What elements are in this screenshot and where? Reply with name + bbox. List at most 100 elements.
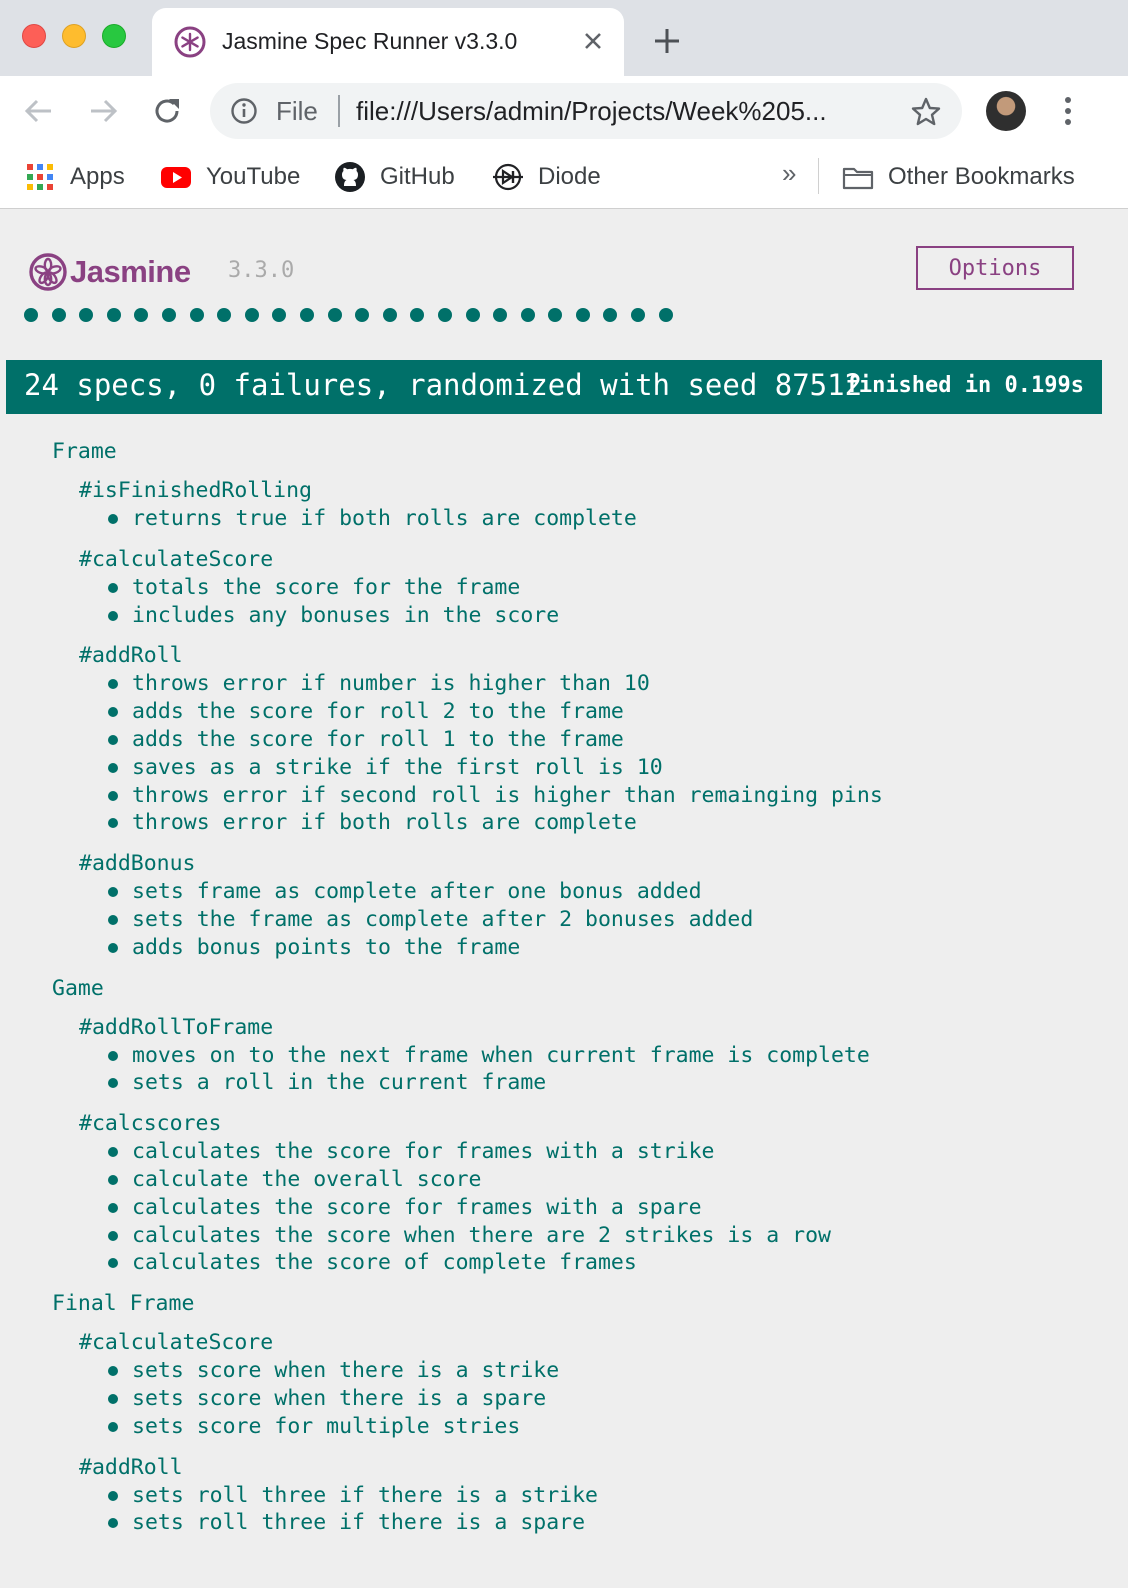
describe-name[interactable]: #addRoll (79, 642, 1092, 670)
vertical-dots-icon[interactable] (1056, 94, 1080, 128)
spec-pass-dot[interactable] (51, 308, 66, 322)
spec-pass-dot[interactable] (217, 308, 232, 322)
spec-link[interactable]: throws error if both rolls are complete (132, 810, 637, 835)
suite-name[interactable]: Frame (52, 438, 1092, 466)
spec-pass-dot[interactable] (520, 308, 535, 322)
describe-group: #calcscores calculates the score for fram… (79, 1110, 1092, 1277)
spec-link[interactable]: moves on to the next frame when current … (132, 1043, 870, 1068)
spec-link[interactable]: sets score for multiple stries (132, 1414, 520, 1439)
spec-pass-dot[interactable] (327, 308, 342, 322)
bookmarks-overflow-button[interactable]: » (782, 158, 796, 189)
bookmark-github[interactable]: GitHub (334, 160, 455, 194)
apps-grid-icon (27, 164, 53, 190)
describe-name[interactable]: #addBonus (79, 850, 1092, 878)
spec-link[interactable]: throws error if number is higher than 10 (132, 671, 650, 696)
spec-link[interactable]: sets frame as complete after one bonus a… (132, 879, 702, 904)
spec-pass-dot[interactable] (631, 308, 646, 322)
tab-title: Jasmine Spec Runner v3.3.0 (222, 28, 518, 54)
describe-group: #addRoll sets roll three if there is a st… (79, 1454, 1092, 1538)
github-icon (335, 162, 365, 192)
spec-link[interactable]: includes any bonuses in the score (132, 603, 559, 628)
spec-pass-dot[interactable] (134, 308, 149, 322)
options-button[interactable]: Options (916, 246, 1074, 290)
spec-link[interactable]: adds bonus points to the frame (132, 935, 520, 960)
spec-link[interactable]: sets the frame as complete after 2 bonus… (132, 907, 753, 932)
info-icon[interactable] (230, 97, 258, 125)
spec-pass-dot[interactable] (244, 308, 259, 322)
spec-link[interactable]: sets score when there is a spare (132, 1386, 546, 1411)
forward-arrow-icon[interactable] (86, 94, 120, 128)
summary-text[interactable]: 24 specs, 0 failures, randomized with se… (24, 368, 862, 402)
spec-pass-dot[interactable] (24, 308, 38, 322)
spec-link[interactable]: sets a roll in the current frame (132, 1070, 546, 1095)
describe-name[interactable]: #calculateScore (79, 1329, 1092, 1357)
reload-icon[interactable] (150, 94, 184, 128)
spec-pass-dot[interactable] (79, 308, 94, 322)
jasmine-logo[interactable]: Jasmine (28, 250, 191, 294)
spec-pass-dot[interactable] (272, 308, 287, 322)
star-icon[interactable] (910, 96, 942, 128)
spec-list: sets score when there is a strike sets sc… (79, 1357, 1092, 1440)
spec-pass-dot[interactable] (437, 308, 452, 322)
zoom-window-button[interactable] (102, 24, 126, 48)
describe-name[interactable]: #calcscores (79, 1110, 1092, 1138)
spec-link[interactable]: sets score when there is a strike (132, 1358, 559, 1383)
spec-link[interactable]: calculates the score when there are 2 st… (132, 1223, 831, 1248)
spec-pass-dot[interactable] (603, 308, 618, 322)
bookmark-apps[interactable]: Apps (24, 160, 125, 194)
spec-link[interactable]: returns true if both rolls are complete (132, 506, 637, 531)
profile-avatar[interactable] (986, 91, 1026, 131)
spec-pass-dot[interactable] (106, 308, 121, 322)
url-text[interactable]: file:///Users/admin/Projects/Week%205... (356, 96, 896, 127)
describe-name[interactable]: #isFinishedRolling (79, 477, 1092, 505)
bookmark-youtube[interactable]: YouTube (160, 160, 300, 194)
spec-link[interactable]: calculates the score for frames with a s… (132, 1195, 702, 1220)
duration-text: finished in 0.199s (845, 373, 1084, 398)
spec-link[interactable]: totals the score for the frame (132, 575, 520, 600)
suite-name[interactable]: Final Frame (52, 1290, 1092, 1318)
spec-link[interactable]: saves as a strike if the first roll is 1… (132, 755, 663, 780)
spec-link[interactable]: calculates the score of complete frames (132, 1250, 637, 1275)
back-arrow-icon[interactable] (22, 94, 56, 128)
address-bar[interactable]: File file:///Users/admin/Projects/Week%2… (210, 83, 962, 139)
spec-pass-dot[interactable] (355, 308, 370, 322)
spec-item: sets score for multiple stries (106, 1413, 1092, 1441)
plus-icon[interactable] (652, 26, 682, 56)
spec-link[interactable]: adds the score for roll 1 to the frame (132, 727, 624, 752)
spec-link[interactable]: calculate the overall score (132, 1167, 482, 1192)
spec-link[interactable]: calculates the score for frames with a s… (132, 1139, 714, 1164)
close-icon[interactable] (580, 28, 606, 54)
bookmark-diode[interactable]: Diode (492, 160, 601, 194)
spec-link[interactable]: sets roll three if there is a strike (132, 1483, 598, 1508)
spec-pass-dot[interactable] (658, 308, 673, 322)
describe-name[interactable]: #addRollToFrame (79, 1014, 1092, 1042)
spec-list: moves on to the next frame when current … (79, 1042, 1092, 1098)
spec-link[interactable]: adds the score for roll 2 to the frame (132, 699, 624, 724)
bookmark-label: GitHub (380, 163, 455, 190)
spec-item: sets the frame as complete after 2 bonus… (106, 906, 1092, 934)
spec-pass-dot[interactable] (161, 308, 176, 322)
close-window-button[interactable] (22, 24, 46, 48)
spec-pass-dot[interactable] (465, 308, 480, 322)
describe-name[interactable]: #addRoll (79, 1454, 1092, 1482)
spec-pass-dot[interactable] (189, 308, 204, 322)
describe-name[interactable]: #calculateScore (79, 546, 1092, 574)
spec-pass-dot[interactable] (382, 308, 397, 322)
describe-group: #calculateScore totals the score for the … (79, 546, 1092, 630)
spec-pass-dot[interactable] (548, 308, 563, 322)
minimize-window-button[interactable] (62, 24, 86, 48)
spec-pass-dot[interactable] (575, 308, 590, 322)
spec-link[interactable]: sets roll three if there is a spare (132, 1510, 585, 1535)
youtube-icon (161, 167, 191, 188)
spec-item: returns true if both rolls are complete (106, 505, 1092, 533)
bookmark-other-bookmarks[interactable]: Other Bookmarks (842, 160, 1075, 194)
diode-icon (493, 163, 523, 191)
spec-pass-dot[interactable] (493, 308, 508, 322)
spec-pass-dot[interactable] (299, 308, 314, 322)
spec-pass-dot[interactable] (410, 308, 425, 322)
bookmark-label: Other Bookmarks (888, 163, 1075, 190)
browser-tab[interactable]: Jasmine Spec Runner v3.3.0 (152, 8, 624, 76)
spec-link[interactable]: throws error if second roll is higher th… (132, 783, 883, 808)
folder-icon (842, 167, 874, 190)
suite-name[interactable]: Game (52, 975, 1092, 1003)
